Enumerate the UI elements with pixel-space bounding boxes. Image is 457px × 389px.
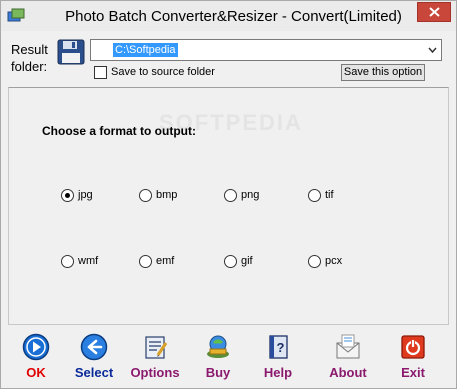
exit-label: Exit <box>401 365 425 380</box>
buy-button[interactable]: Buy <box>186 333 250 383</box>
save-to-source-row[interactable]: Save to source folder <box>94 65 215 79</box>
radio-button[interactable] <box>224 188 237 202</box>
format-label: pcx <box>325 255 343 267</box>
exit-icon <box>401 335 425 359</box>
save-to-source-checkbox[interactable] <box>94 65 107 79</box>
help-button[interactable]: ? Help <box>246 333 310 383</box>
result-folder-value[interactable]: C:\Softpedia <box>113 43 178 57</box>
close-button[interactable] <box>417 2 451 22</box>
result-folder-label: Result folder: <box>11 41 48 75</box>
result-folder-combo[interactable]: C:\Softpedia <box>90 39 442 61</box>
about-icon <box>336 334 360 359</box>
format-label: wmf <box>78 255 99 267</box>
format-label: emf <box>156 255 175 267</box>
format-radio-pcx[interactable]: pcx <box>308 253 342 269</box>
result-label-line1: Result <box>11 42 48 57</box>
title-bar[interactable]: Photo Batch Converter&Resizer - Convert(… <box>1 1 456 31</box>
format-radio-emf[interactable]: emf <box>139 253 174 269</box>
result-label-line2: folder: <box>11 59 48 74</box>
select-button[interactable]: Select <box>62 333 126 383</box>
save-to-source-label: Save to source folder <box>111 66 215 78</box>
buy-label: Buy <box>205 365 231 380</box>
close-icon <box>429 7 440 17</box>
radio-button[interactable] <box>61 188 74 202</box>
chevron-down-icon[interactable] <box>428 47 437 54</box>
back-arrow-icon <box>80 333 108 361</box>
svg-text:?: ? <box>277 340 285 355</box>
help-icon: ? <box>269 335 288 359</box>
app-window: Photo Batch Converter&Resizer - Convert(… <box>0 0 457 389</box>
radio-button[interactable] <box>308 188 321 202</box>
floppy-disk-icon[interactable] <box>57 39 85 65</box>
radio-button[interactable] <box>139 188 152 202</box>
buy-icon <box>207 335 229 358</box>
format-radio-bmp[interactable]: bmp <box>139 187 177 203</box>
format-radio-gif[interactable]: gif <box>224 253 253 269</box>
select-label: Select <box>74 365 114 380</box>
format-label: png <box>241 189 260 201</box>
format-radio-png[interactable]: png <box>224 187 259 203</box>
bottom-toolbar: OK Select Options Buy ? Help About Exit <box>1 327 456 387</box>
about-label: About <box>329 365 367 380</box>
about-button[interactable]: About <box>316 333 380 383</box>
format-label: jpg <box>78 189 93 201</box>
radio-button[interactable] <box>61 254 74 268</box>
radio-button[interactable] <box>139 254 152 268</box>
format-label: bmp <box>156 189 178 201</box>
choose-format-label: Choose a format to output: <box>42 124 196 138</box>
format-label: gif <box>241 255 253 267</box>
format-label: tif <box>325 189 334 201</box>
ok-icon <box>22 333 50 361</box>
format-radio-wmf[interactable]: wmf <box>61 253 98 269</box>
exit-button[interactable]: Exit <box>381 333 445 383</box>
save-this-option-button[interactable]: Save this option <box>341 64 425 81</box>
format-radio-tif[interactable]: tif <box>308 187 334 203</box>
options-label: Options <box>130 365 180 380</box>
options-button[interactable]: Options <box>123 333 187 383</box>
help-label: Help <box>263 365 293 380</box>
format-panel: SOFTPEDIA Choose a format to output: jpg… <box>8 87 449 325</box>
radio-button[interactable] <box>308 254 321 268</box>
ok-label: OK <box>26 365 46 380</box>
window-title: Photo Batch Converter&Resizer - Convert(… <box>65 8 402 25</box>
ok-button[interactable]: OK <box>4 333 68 383</box>
format-radio-jpg[interactable]: jpg <box>61 187 93 203</box>
options-icon <box>145 336 168 359</box>
radio-button[interactable] <box>224 254 237 268</box>
